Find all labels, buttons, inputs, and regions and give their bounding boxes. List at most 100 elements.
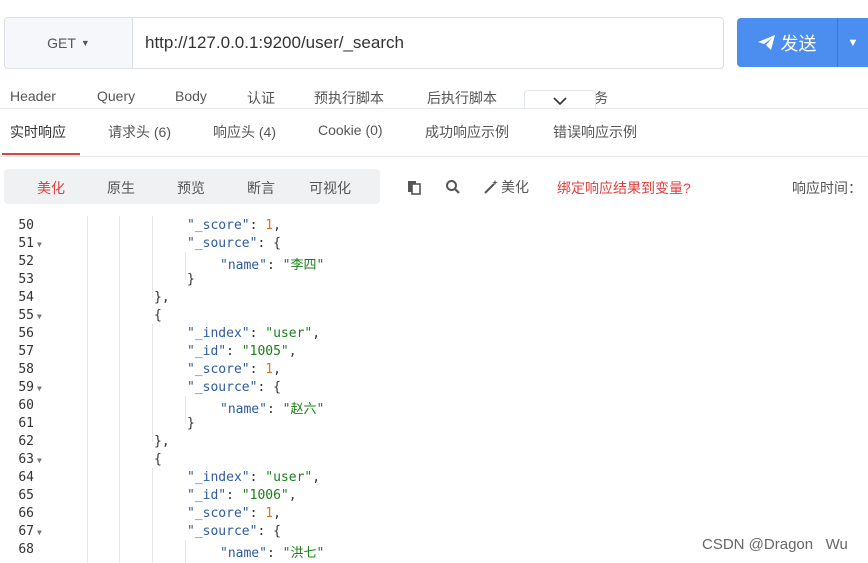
json-punct: , — [273, 218, 281, 233]
json-punct: : — [266, 258, 283, 273]
code-line: 61 } — [0, 416, 868, 434]
response-body-editor[interactable]: 50 "_score": 1, 51 ▼ "_source": { 52 "na… — [0, 216, 868, 563]
view-pretty[interactable]: 美化 — [37, 178, 65, 198]
code-line: 57 "_id": "1005", — [0, 344, 868, 362]
line-number: 51 — [18, 236, 34, 251]
line-number: 65 — [18, 488, 34, 503]
method-select[interactable]: GET ▼ — [5, 18, 133, 68]
tab-body[interactable]: Body — [175, 88, 207, 104]
beautify-label: 美化 — [501, 179, 529, 195]
chevron-down-icon — [553, 96, 567, 105]
tab-response-headers[interactable]: 响应头 (4) — [213, 122, 276, 142]
view-assert[interactable]: 断言 — [247, 178, 275, 198]
line-number: 67 — [18, 524, 34, 539]
code-line: 58 "_score": 1, — [0, 362, 868, 380]
line-number: 52 — [18, 254, 34, 269]
send-dropdown-button[interactable]: ▼ — [838, 37, 868, 49]
line-number: 62 — [18, 434, 34, 449]
json-punct: : — [266, 546, 283, 561]
json-string: "洪七" — [282, 546, 325, 561]
tab-task[interactable]: 务 — [594, 88, 608, 108]
magic-wand-icon — [484, 180, 498, 194]
send-button[interactable]: 发送 — [737, 18, 837, 67]
json-string: "1006" — [241, 488, 289, 503]
json-string: "李四" — [282, 258, 325, 273]
line-number: 58 — [18, 362, 34, 377]
json-punct: : { — [257, 524, 281, 539]
line-number: 54 — [18, 290, 34, 305]
line-number: 63 — [18, 452, 34, 467]
json-number: 1 — [265, 506, 274, 521]
json-key: "_id" — [187, 344, 227, 359]
divider — [0, 156, 868, 157]
response-time-label: 响应时间： — [792, 180, 862, 196]
json-key: "name" — [220, 258, 267, 273]
search-icon — [446, 180, 460, 194]
json-punct: : — [249, 470, 266, 485]
fold-arrow-icon[interactable]: ▼ — [37, 384, 42, 393]
view-raw[interactable]: 原生 — [107, 178, 135, 198]
json-punct: : { — [257, 380, 281, 395]
line-number: 66 — [18, 506, 34, 521]
view-mode-segment: 美化 原生 预览 断言 可视化 — [4, 169, 380, 204]
divider — [0, 108, 868, 109]
code-line: 64 "_index": "user", — [0, 470, 868, 488]
fold-arrow-icon[interactable]: ▼ — [37, 312, 42, 321]
json-string: "1005" — [241, 344, 289, 359]
json-punct: : { — [257, 236, 281, 251]
send-label: 发送 — [780, 33, 817, 54]
tab-error-example[interactable]: 错误响应示例 — [553, 122, 637, 142]
tab-query[interactable]: Query — [97, 88, 135, 104]
json-punct: : — [266, 402, 283, 417]
json-key: "name" — [220, 402, 267, 417]
json-punct: { — [154, 452, 162, 467]
code-line: 51 ▼ "_source": { — [0, 236, 868, 254]
code-line: 62 }, — [0, 434, 868, 452]
line-number: 61 — [18, 416, 34, 431]
tab-auth[interactable]: 认证 — [247, 88, 275, 108]
fold-arrow-icon[interactable]: ▼ — [37, 240, 42, 249]
view-visualize[interactable]: 可视化 — [309, 178, 351, 198]
copy-button[interactable] — [406, 178, 422, 196]
json-key: "_source" — [187, 524, 258, 539]
json-punct: : — [226, 344, 242, 359]
code-line: 53 } — [0, 272, 868, 290]
fold-arrow-icon[interactable]: ▼ — [37, 456, 42, 465]
code-line: 55 ▼ { — [0, 308, 868, 326]
code-line: 50 "_score": 1, — [0, 218, 868, 236]
tab-success-example[interactable]: 成功响应示例 — [425, 122, 509, 142]
line-number: 55 — [18, 308, 34, 323]
json-punct: : — [226, 488, 242, 503]
json-punct: : — [249, 362, 266, 377]
active-tab-indicator — [2, 153, 80, 155]
bind-variable-link[interactable]: 绑定响应结果到变量? — [557, 178, 691, 198]
search-button[interactable] — [445, 178, 461, 196]
view-preview[interactable]: 预览 — [177, 178, 205, 198]
json-key: "_score" — [187, 362, 250, 377]
tab-cookie[interactable]: Cookie (0) — [318, 122, 383, 138]
url-input[interactable]: http://127.0.0.1:9200/user/_search — [133, 18, 723, 68]
line-number: 56 — [18, 326, 34, 341]
collapse-toggle[interactable] — [524, 90, 596, 110]
tab-header[interactable]: Header — [10, 88, 56, 104]
code-line: 56 "_index": "user", — [0, 326, 868, 344]
send-button-group: 发送 ▼ — [737, 18, 868, 67]
tab-live-response[interactable]: 实时响应 — [10, 122, 66, 142]
line-number: 68 — [18, 542, 34, 557]
json-key: "_index" — [187, 326, 250, 341]
json-punct: , — [288, 344, 297, 359]
beautify-button[interactable]: 美化 — [483, 178, 529, 196]
watermark: CSDN @Dragon Wu — [702, 536, 848, 553]
json-punct: , — [312, 326, 321, 341]
line-number: 60 — [18, 398, 34, 413]
tab-pre-script[interactable]: 预执行脚本 — [314, 88, 384, 108]
fold-arrow-icon[interactable]: ▼ — [37, 528, 42, 537]
json-punct: , — [273, 362, 281, 377]
json-punct: } — [187, 416, 195, 431]
json-key: "_score" — [187, 218, 250, 233]
tab-post-script[interactable]: 后执行脚本 — [427, 88, 497, 108]
line-number: 50 — [18, 218, 34, 233]
tab-request-headers[interactable]: 请求头 (6) — [108, 122, 171, 142]
request-url-bar: GET ▼ http://127.0.0.1:9200/user/_search — [4, 17, 724, 69]
code-line: 60 "name": "赵六" — [0, 398, 868, 417]
